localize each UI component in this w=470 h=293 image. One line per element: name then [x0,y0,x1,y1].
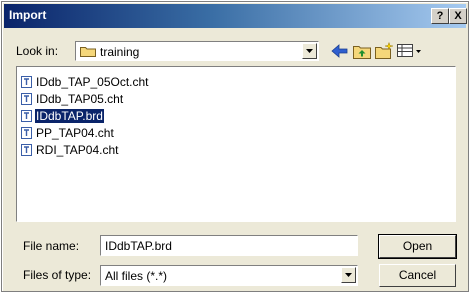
file-icon [21,127,32,139]
look-in-dropdown-button[interactable] [302,43,317,59]
import-dialog: Import ? X Look in: training IDdb_TAP_05… [1,1,469,292]
window-title: Import [9,8,47,22]
file-icon [21,144,32,156]
file-type-value: All files (*.*) [105,269,168,283]
back-arrow-icon[interactable] [330,42,350,60]
look-in-dropdown[interactable]: training [75,41,319,61]
file-name: IDdb_TAP_05Oct.cht [36,75,149,89]
file-item[interactable]: PP_TAP04.cht [21,126,115,141]
file-name: RDI_TAP04.cht [36,143,119,157]
views-menu-icon[interactable] [396,42,424,60]
file-icon [21,110,32,122]
file-type-label: Files of type: [23,268,92,282]
close-button[interactable]: X [449,8,467,24]
open-button[interactable]: Open [378,234,457,259]
chevron-down-icon [345,273,352,277]
file-name: IDdbTAP.brd [35,109,104,123]
file-item[interactable]: IDdb_TAP05.cht [21,92,124,107]
chevron-down-icon [306,49,313,53]
help-button[interactable]: ? [431,8,449,24]
file-list[interactable]: IDdb_TAP_05Oct.cht IDdb_TAP05.cht IDdbTA… [16,66,456,222]
file-item[interactable]: IDdb_TAP_05Oct.cht [21,75,150,90]
folder-icon [80,47,96,57]
file-type-dropdown[interactable]: All files (*.*) [100,265,358,286]
file-item[interactable]: RDI_TAP04.cht [21,143,119,158]
cancel-button[interactable]: Cancel [379,264,456,287]
file-name-label: File name: [23,239,80,253]
file-name: IDdb_TAP05.cht [36,92,124,106]
file-type-dropdown-button[interactable] [341,267,356,283]
up-folder-icon[interactable] [352,42,372,60]
look-in-label: Look in: [16,44,59,58]
title-bar[interactable]: Import ? X [4,4,467,28]
file-icon [21,93,32,105]
look-in-value: training [100,45,140,59]
file-name-input[interactable]: IDdbTAP.brd [100,235,358,256]
file-item-selected[interactable]: IDdbTAP.brd [21,109,104,124]
file-icon [21,76,32,88]
file-name: PP_TAP04.cht [36,126,114,140]
new-folder-icon[interactable] [374,42,394,60]
